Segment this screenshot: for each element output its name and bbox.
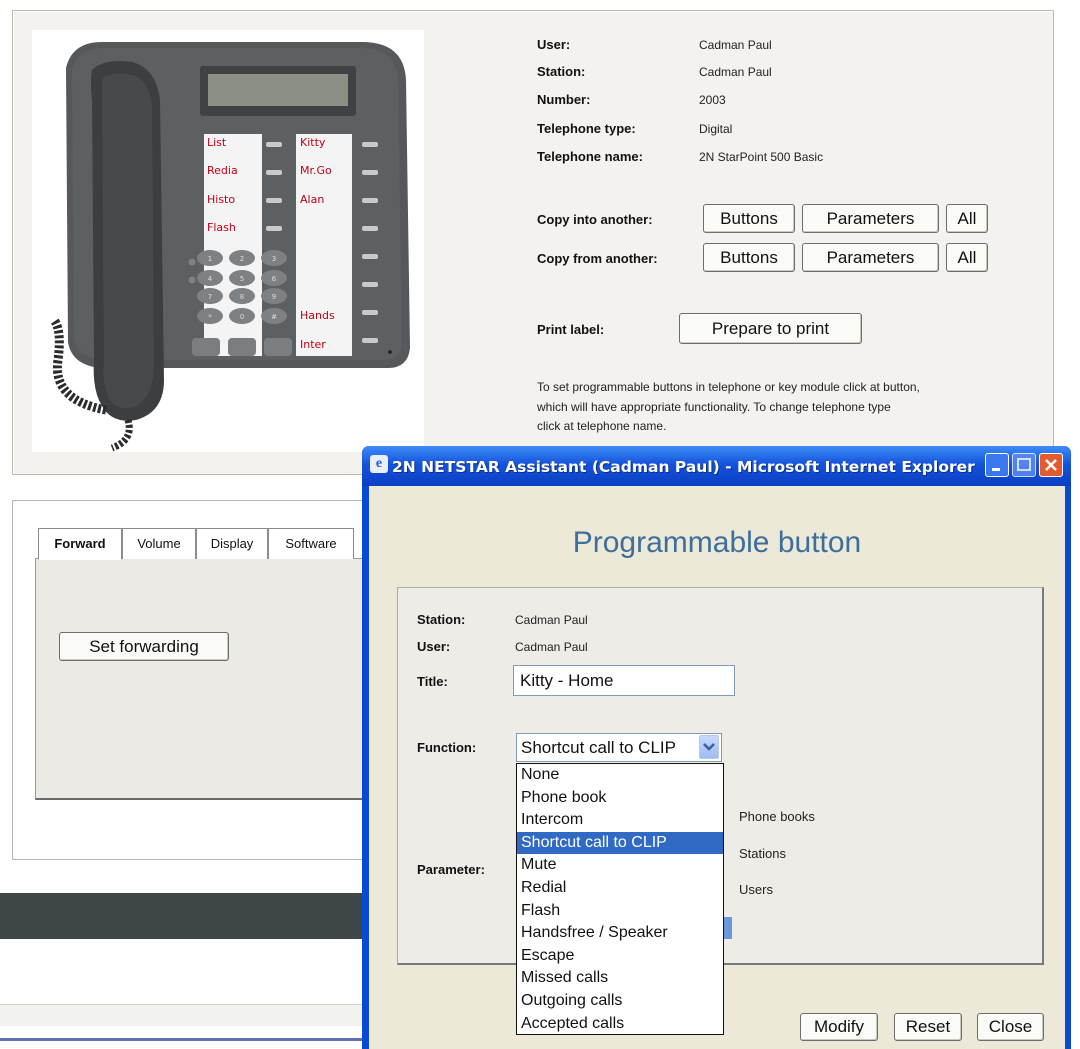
help-text: To set programmable buttons in telephone…	[537, 378, 1037, 437]
user-value: Cadman Paul	[699, 38, 772, 52]
phone-books-option[interactable]: Phone books	[739, 809, 815, 824]
phone-key-label[interactable]: Flash	[207, 221, 236, 234]
partially-hidden-button[interactable]	[724, 917, 732, 939]
status-bar	[0, 1004, 380, 1026]
reset-button[interactable]: Reset	[894, 1013, 962, 1041]
telephone-name-link[interactable]: 2N StarPoint 500 Basic	[699, 150, 823, 164]
user-label: User:	[537, 37, 571, 52]
tab-volume[interactable]: Volume	[122, 528, 196, 559]
dropdown-option[interactable]: None	[517, 764, 723, 787]
keypad-key-label: 6	[272, 275, 277, 283]
number-label: Number:	[537, 92, 591, 107]
copy-from-buttons-button[interactable]: Buttons	[703, 243, 795, 272]
taskbar-edge	[0, 1038, 380, 1041]
phone-key-label[interactable]: Mr.Go	[300, 164, 332, 177]
dropdown-option[interactable]: Missed calls	[517, 967, 723, 990]
tab-display[interactable]: Display	[196, 528, 268, 559]
copy-into-all-button[interactable]: All	[946, 204, 988, 233]
dropdown-option[interactable]: Accepted calls	[517, 1013, 723, 1036]
popup-user-value: Cadman Paul	[515, 640, 588, 654]
telephone-name-label: Telephone name:	[537, 149, 643, 164]
prepare-to-print-button[interactable]: Prepare to print	[679, 313, 862, 344]
telephone-type-value: Digital	[699, 122, 733, 136]
function-select[interactable]: Shortcut call to CLIP	[516, 733, 722, 762]
phone-key-label[interactable]: Alan	[300, 193, 324, 206]
number-value: 2003	[699, 93, 726, 107]
keypad-key-label: 0	[240, 313, 244, 321]
station-value: Cadman Paul	[699, 65, 772, 79]
modify-button[interactable]: Modify	[800, 1013, 878, 1041]
dropdown-option[interactable]: Mute	[517, 854, 723, 877]
keypad-key-label: 8	[240, 293, 244, 301]
users-option[interactable]: Users	[739, 882, 773, 897]
popup-user-label: User:	[417, 639, 451, 654]
keypad-key-label: 1	[208, 255, 212, 263]
help-line-2: which will have appropriate functionalit…	[537, 399, 891, 414]
chevron-down-icon[interactable]	[699, 735, 719, 759]
phone-key-label[interactable]: Hands	[300, 309, 335, 322]
copy-from-parameters-button[interactable]: Parameters	[802, 243, 939, 272]
keypad-key-label: 2	[240, 255, 244, 263]
phone-key-label[interactable]: Inter	[300, 338, 326, 351]
tab-software[interactable]: Software	[268, 528, 354, 559]
title-input[interactable]	[513, 665, 735, 696]
close-window-icon[interactable]	[1039, 453, 1063, 477]
set-forwarding-button[interactable]: Set forwarding	[59, 632, 229, 661]
maximize-icon[interactable]	[1012, 453, 1036, 477]
popup-window-title: 2N NETSTAR Assistant (Cadman Paul) - Mic…	[392, 458, 975, 476]
popup-title-label: Title:	[417, 674, 448, 689]
browser-icon: e	[370, 455, 388, 473]
keypad-key-label: 7	[208, 293, 212, 301]
footer-bar	[0, 893, 380, 939]
dropdown-option[interactable]: Handsfree / Speaker	[517, 922, 723, 945]
station-label: Station:	[537, 64, 586, 79]
help-line-1: To set programmable buttons in telephone…	[537, 380, 920, 394]
popup-station-value: Cadman Paul	[515, 613, 588, 627]
help-line-3: click at telephone name.	[537, 419, 667, 433]
tab-forward[interactable]: Forward	[38, 528, 122, 560]
telephone-image[interactable]: 1 2 3 4 5 6 7 8 9 * 0 #	[32, 30, 424, 452]
dropdown-option[interactable]: Redial	[517, 877, 723, 900]
keypad-key-label: #	[271, 313, 277, 321]
dropdown-option[interactable]: Flash	[517, 900, 723, 923]
phone-key-label[interactable]: Kitty	[300, 136, 325, 149]
phone-key-label[interactable]: Redia	[207, 164, 238, 177]
function-label: Function:	[417, 740, 477, 755]
phone-key-label[interactable]: Histo	[207, 193, 235, 206]
keypad-key-label: *	[208, 313, 212, 321]
copy-from-all-button[interactable]: All	[946, 243, 988, 272]
print-label: Print label:	[537, 322, 605, 337]
dropdown-option[interactable]: Shortcut call to CLIP	[517, 831, 723, 855]
phone-key-label[interactable]: List	[207, 136, 226, 149]
popup-station-label: Station:	[417, 612, 466, 627]
telephone-type-label: Telephone type:	[537, 121, 636, 136]
dropdown-option[interactable]: Outgoing calls	[517, 990, 723, 1013]
dropdown-option[interactable]: Phone book	[517, 787, 723, 810]
copy-into-label: Copy into another:	[537, 212, 653, 227]
dropdown-option[interactable]: Escape	[517, 945, 723, 968]
copy-into-buttons-button[interactable]: Buttons	[703, 204, 795, 233]
dropdown-option[interactable]: Intercom	[517, 809, 723, 832]
telephone-svg: 1 2 3 4 5 6 7 8 9 * 0 #	[50, 42, 410, 452]
popup-heading: Programmable button	[572, 526, 862, 559]
keypad-key-label: 5	[240, 275, 244, 283]
copy-into-parameters-button[interactable]: Parameters	[802, 204, 939, 233]
keypad-key-label: 3	[272, 255, 276, 263]
minimize-icon[interactable]	[985, 453, 1009, 477]
tab-content-panel	[35, 558, 375, 800]
parameter-label: Parameter:	[417, 862, 485, 877]
keypad-key-label: 9	[272, 293, 276, 301]
copy-from-label: Copy from another:	[537, 251, 658, 266]
close-button[interactable]: Close	[977, 1013, 1044, 1041]
keypad-key-label: 4	[208, 275, 213, 283]
stations-option[interactable]: Stations	[739, 846, 786, 861]
